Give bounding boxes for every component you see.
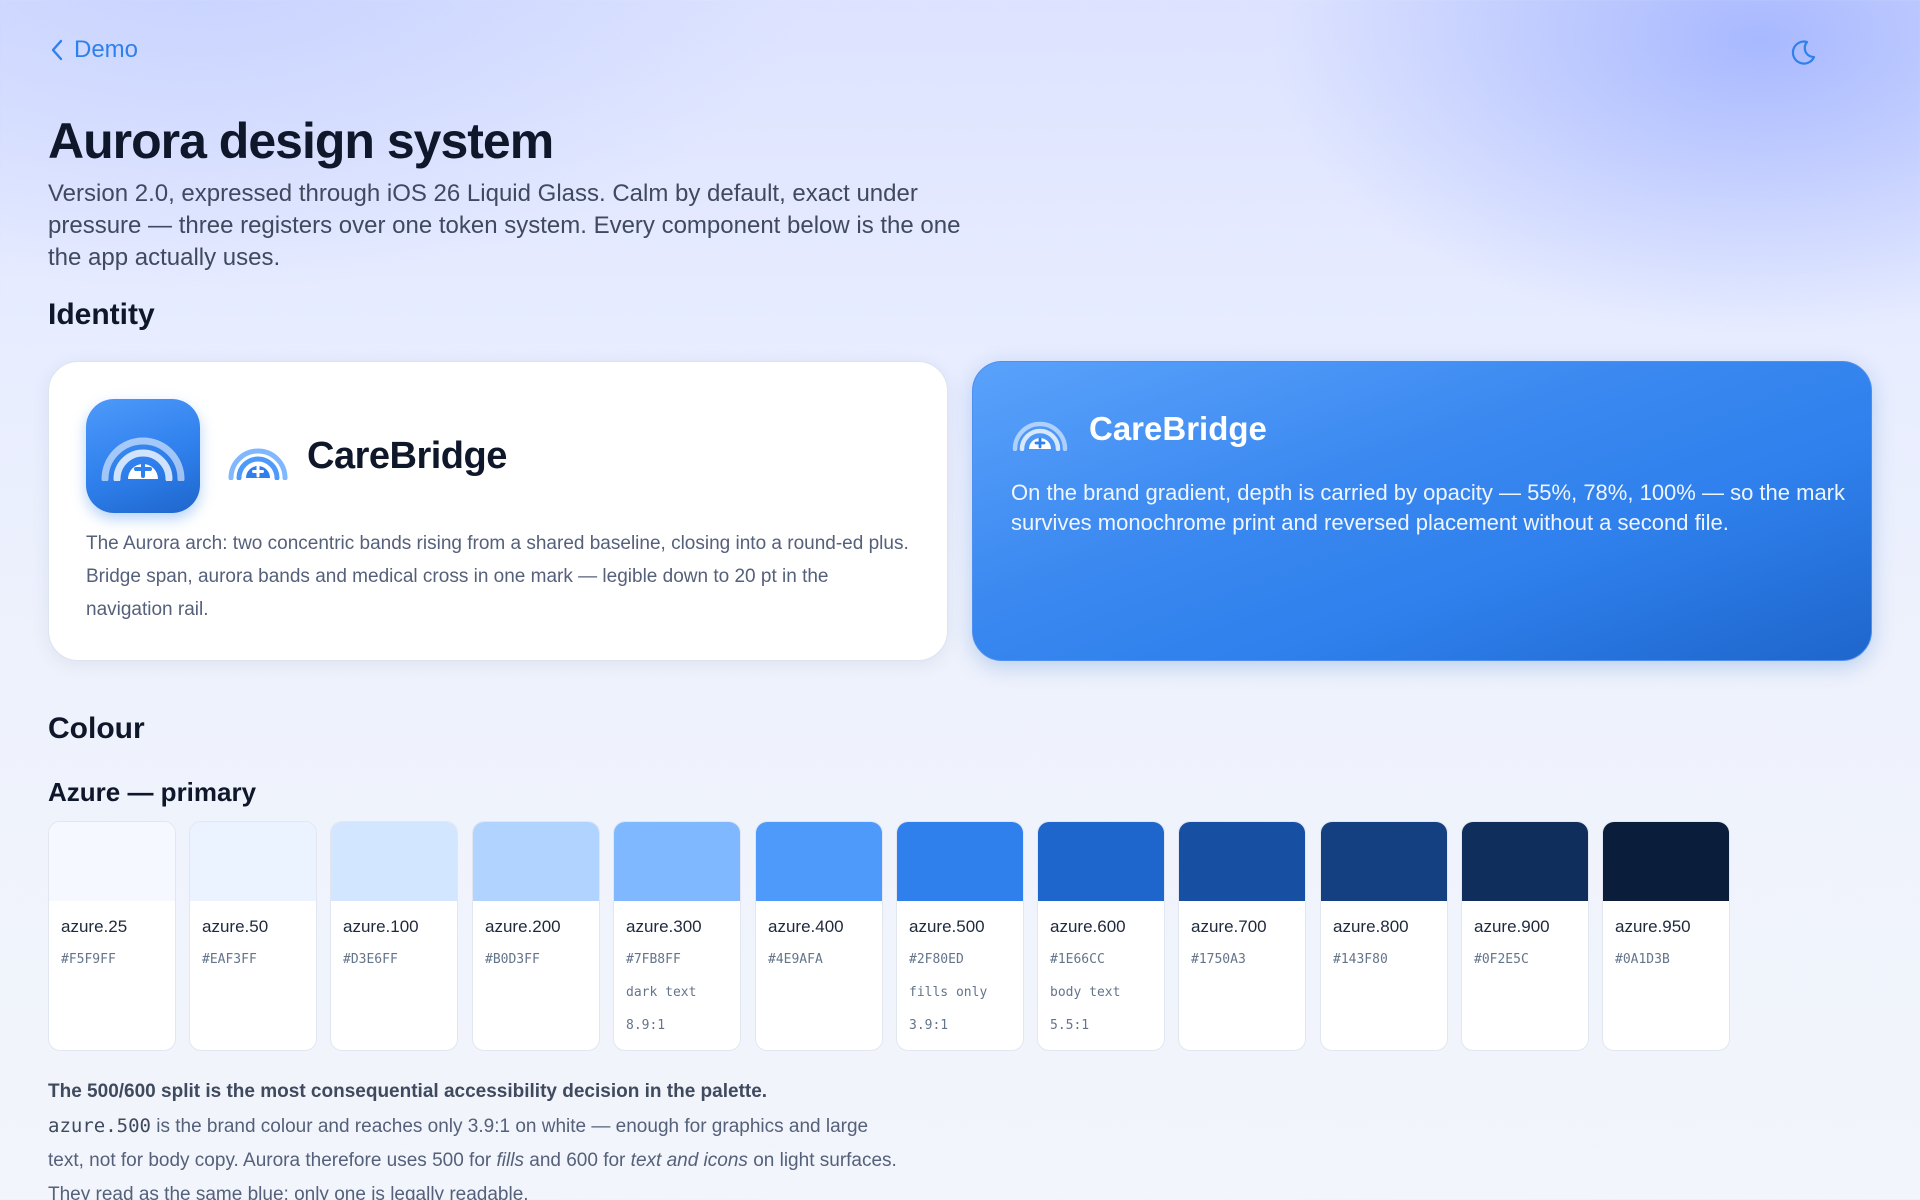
swatch-name: azure.300 xyxy=(626,917,702,936)
swatch-name: azure.700 xyxy=(1191,917,1267,936)
swatch-hex: #4E9AFA xyxy=(768,952,823,967)
swatch-azure-25[interactable]: azure.25 #F5F9FF xyxy=(48,821,176,1051)
footnote-emphasis: text and icons xyxy=(630,1150,748,1171)
aurora-arch-icon xyxy=(101,437,185,481)
swatch-hex: #1750A3 xyxy=(1191,952,1246,967)
swatch-azure-700[interactable]: azure.700 #1750A3 xyxy=(1178,821,1306,1051)
swatch-azure-800[interactable]: azure.800 #143F80 xyxy=(1320,821,1448,1051)
swatch-name: azure.200 xyxy=(485,917,561,936)
section-heading-identity: Identity xyxy=(48,298,155,331)
swatch-name: azure.800 xyxy=(1333,917,1409,936)
token-code: azure.500 xyxy=(48,1115,151,1137)
swatch-hex: #1E66CC xyxy=(1050,952,1105,967)
swatch-hex: #143F80 xyxy=(1333,952,1388,967)
swatch-chip xyxy=(614,822,740,901)
swatch-name: azure.100 xyxy=(343,917,419,936)
swatch-azure-100[interactable]: azure.100 #D3E6FF xyxy=(330,821,458,1051)
swatch-note: body text xyxy=(1050,985,1121,1000)
swatch-chip xyxy=(49,822,175,901)
swatch-name: azure.950 xyxy=(1615,917,1691,936)
swatch-chip xyxy=(897,822,1023,901)
back-label: Demo xyxy=(74,36,139,63)
palette-footnote: The 500/600 split is the most consequent… xyxy=(48,1075,908,1200)
swatch-note: fills only xyxy=(909,985,988,1000)
swatch-azure-300[interactable]: azure.300 #7FB8FF dark text 8.9:1 xyxy=(613,821,741,1051)
swatch-hex: #7FB8FF xyxy=(626,952,681,967)
swatch-azure-900[interactable]: azure.900 #0F2E5C xyxy=(1461,821,1589,1051)
aurora-arch-icon xyxy=(1012,421,1068,451)
swatch-chip xyxy=(190,822,316,901)
palette-heading-azure: Azure — primary xyxy=(48,777,257,807)
swatch-chip xyxy=(756,822,882,901)
swatch-name: azure.900 xyxy=(1474,917,1550,936)
swatch-azure-600[interactable]: azure.600 #1E66CC body text 5.5:1 xyxy=(1037,821,1165,1051)
app-icon xyxy=(86,399,200,513)
brand-gradient-description: On the brand gradient, depth is carried … xyxy=(1011,480,1846,535)
swatch-name: azure.500 xyxy=(909,917,985,936)
swatch-hex: #EAF3FF xyxy=(202,952,257,967)
swatch-azure-400[interactable]: azure.400 #4E9AFA xyxy=(755,821,883,1051)
back-button[interactable]: Demo xyxy=(48,36,138,64)
swatch-azure-950[interactable]: azure.950 #0A1D3B xyxy=(1602,821,1730,1051)
swatch-hex: #D3E6FF xyxy=(343,952,398,967)
swatch-chip xyxy=(1603,822,1729,901)
swatch-hex: #F5F9FF xyxy=(61,952,116,967)
swatch-note: dark text xyxy=(626,985,697,1000)
identity-card-light: CareBridge The Aurora arch: two concentr… xyxy=(48,361,948,661)
swatch-name: azure.600 xyxy=(1050,917,1126,936)
top-bar: Demo xyxy=(48,36,1872,68)
footnote-emphasis: fills xyxy=(496,1150,524,1171)
swatch-hex: #0A1D3B xyxy=(1615,952,1670,967)
swatch-hex: #2F80ED xyxy=(909,952,964,967)
moon-icon[interactable] xyxy=(1788,36,1820,68)
swatch-hex: #B0D3FF xyxy=(485,952,540,967)
page-intro: Version 2.0, expressed through iOS 26 Li… xyxy=(48,180,961,271)
footnote-text: and 600 for xyxy=(523,1150,631,1171)
swatch-chip xyxy=(1321,822,1447,901)
swatch-contrast-ratio: 5.5:1 xyxy=(1050,1018,1090,1033)
swatch-contrast-ratio: 3.9:1 xyxy=(909,1018,949,1033)
swatch-azure-500[interactable]: azure.500 #2F80ED fills only 3.9:1 xyxy=(896,821,1024,1051)
swatch-chip xyxy=(1038,822,1164,901)
swatch-name: azure.25 xyxy=(61,917,128,936)
swatch-name: azure.50 xyxy=(202,917,269,936)
swatch-chip xyxy=(1462,822,1588,901)
swatch-azure-50[interactable]: azure.50 #EAF3FF xyxy=(189,821,317,1051)
swatch-contrast-ratio: 8.9:1 xyxy=(626,1018,666,1033)
swatch-chip xyxy=(331,822,457,901)
section-heading-colour: Colour xyxy=(48,712,145,745)
swatch-chip xyxy=(1179,822,1305,901)
identity-card-brand: CareBridge On the brand gradient, depth … xyxy=(972,361,1872,661)
aurora-arch-icon xyxy=(228,448,288,480)
brand-wordmark: CareBridge xyxy=(307,435,507,477)
identity-description: The Aurora arch: two concentric bands ri… xyxy=(86,533,909,620)
brand-wordmark-reversed: CareBridge xyxy=(1089,410,1267,447)
swatch-chip xyxy=(473,822,599,901)
page-title: Aurora design system xyxy=(48,113,554,169)
swatch-name: azure.400 xyxy=(768,917,844,936)
swatch-hex: #0F2E5C xyxy=(1474,952,1529,967)
swatch-azure-200[interactable]: azure.200 #B0D3FF xyxy=(472,821,600,1051)
footnote-lead: The 500/600 split is the most consequent… xyxy=(48,1081,768,1102)
chevron-left-icon xyxy=(51,39,63,61)
